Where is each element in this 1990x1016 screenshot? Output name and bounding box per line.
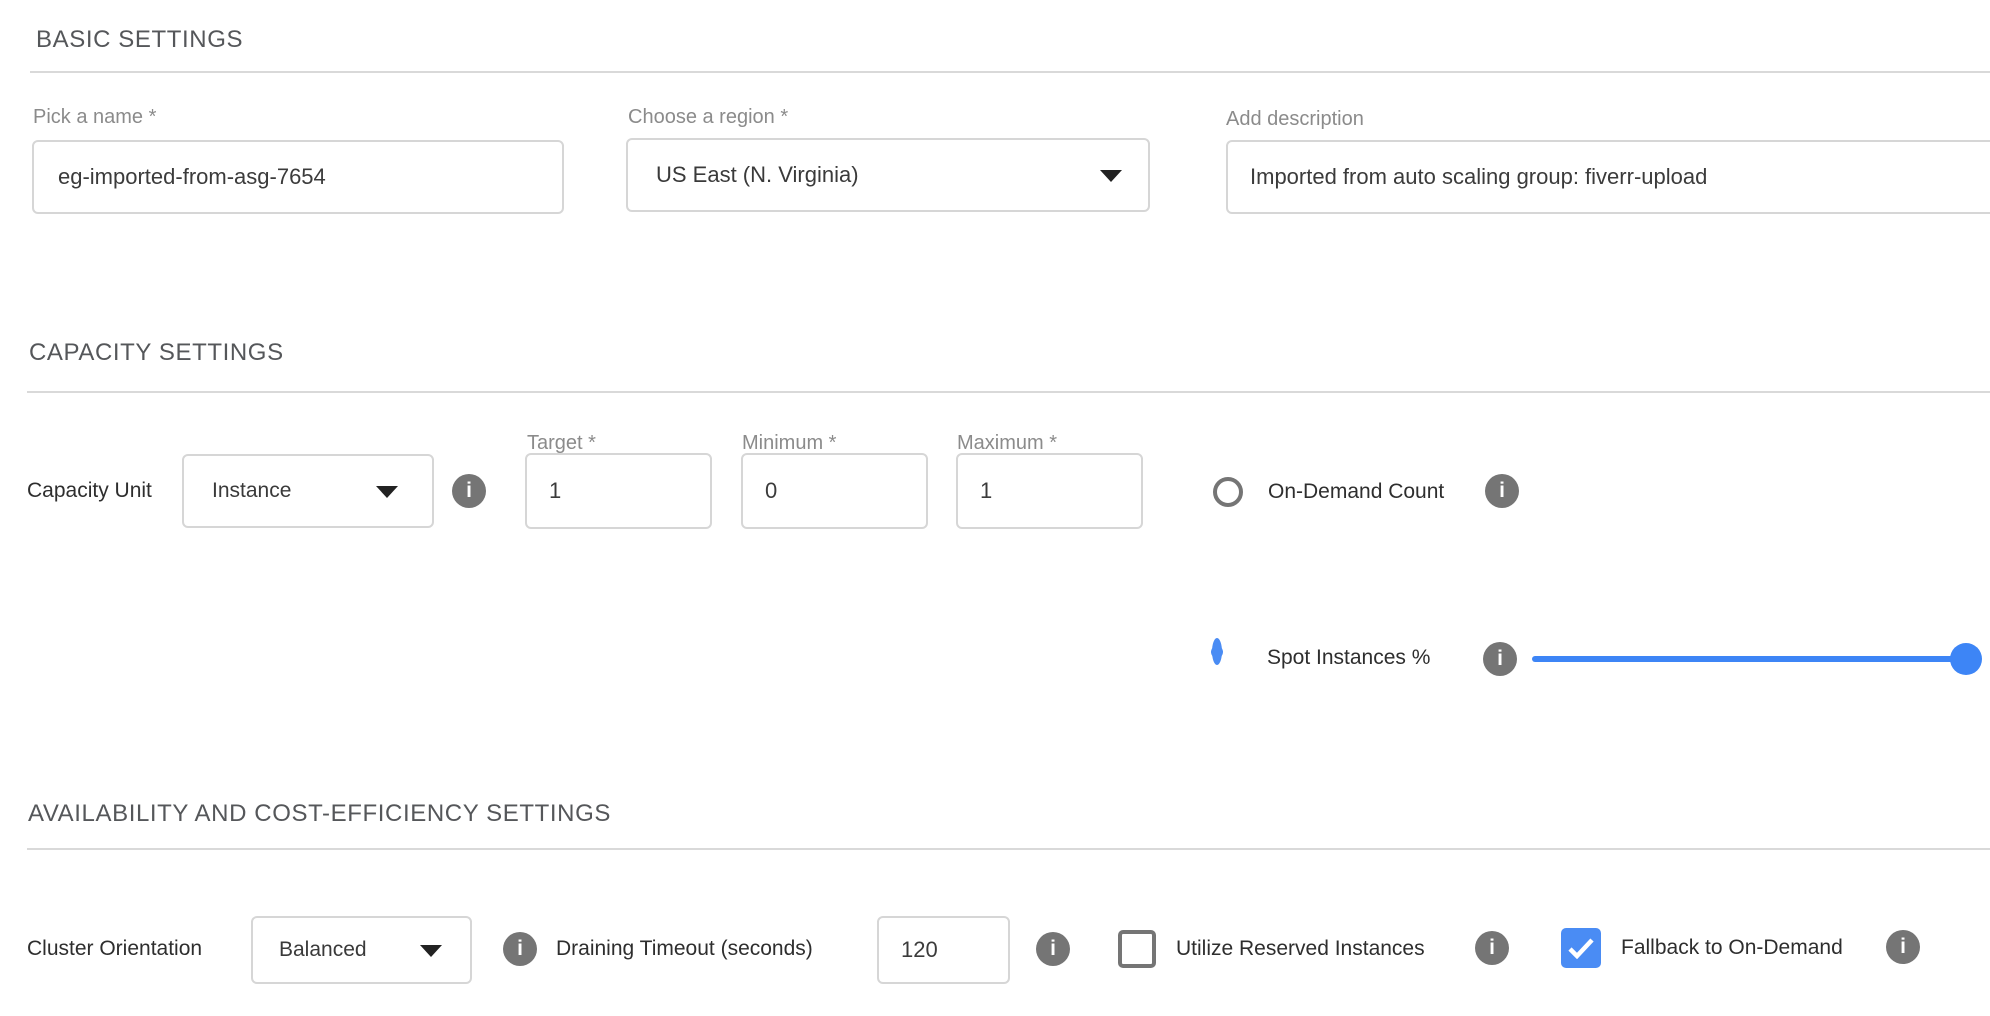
- chevron-down-icon: [420, 945, 442, 957]
- fallback-on-demand-checkbox[interactable]: [1561, 928, 1601, 968]
- radio-dot: [1211, 646, 1223, 658]
- fallback-on-demand-label: Fallback to On-Demand: [1621, 935, 1843, 961]
- section-divider: [30, 71, 1990, 73]
- maximum-input[interactable]: [956, 453, 1143, 529]
- region-select-value: US East (N. Virginia): [656, 162, 859, 188]
- on-demand-count-label: On-Demand Count: [1268, 479, 1444, 505]
- info-icon[interactable]: i: [1483, 642, 1517, 676]
- target-field-label: Target *: [527, 431, 596, 455]
- capacity-unit-label: Capacity Unit: [27, 478, 152, 504]
- section-divider: [27, 391, 1990, 393]
- target-input[interactable]: [525, 453, 712, 529]
- minimum-field-label: Minimum *: [742, 431, 836, 455]
- spot-percentage-slider[interactable]: [1532, 656, 1966, 662]
- name-input[interactable]: [32, 140, 564, 214]
- section-title-basic: BASIC SETTINGS: [36, 26, 243, 54]
- chevron-down-icon: [1100, 170, 1122, 182]
- name-field-label: Pick a name *: [33, 105, 156, 129]
- draining-timeout-input[interactable]: [877, 916, 1010, 984]
- cluster-orientation-label: Cluster Orientation: [27, 936, 202, 962]
- section-title-availability: AVAILABILITY AND COST-EFFICIENCY SETTING…: [28, 800, 611, 828]
- minimum-input[interactable]: [741, 453, 928, 529]
- description-input[interactable]: [1226, 140, 1990, 214]
- cluster-orientation-select-value: Balanced: [279, 938, 367, 962]
- checkmark-icon: [1568, 938, 1594, 959]
- capacity-unit-select[interactable]: Instance: [182, 454, 434, 528]
- info-icon[interactable]: i: [1886, 930, 1920, 964]
- utilize-reserved-instances-checkbox[interactable]: [1118, 930, 1156, 968]
- maximum-field-label: Maximum *: [957, 431, 1057, 455]
- spot-instances-label: Spot Instances %: [1267, 645, 1430, 671]
- capacity-unit-select-value: Instance: [212, 479, 291, 503]
- slider-thumb[interactable]: [1950, 643, 1982, 675]
- region-select[interactable]: US East (N. Virginia): [626, 138, 1150, 212]
- spot-instances-radio[interactable]: [1212, 638, 1222, 665]
- info-icon[interactable]: i: [503, 932, 537, 966]
- chevron-down-icon: [376, 486, 398, 498]
- section-divider: [27, 848, 1990, 850]
- description-field-label: Add description: [1226, 107, 1364, 131]
- info-icon[interactable]: i: [1475, 931, 1509, 965]
- section-title-capacity: CAPACITY SETTINGS: [29, 339, 284, 367]
- elastigroup-settings-form: BASIC SETTINGS Pick a name * Choose a re…: [0, 0, 1990, 1016]
- utilize-reserved-instances-label: Utilize Reserved Instances: [1176, 936, 1425, 962]
- info-icon[interactable]: i: [1036, 932, 1070, 966]
- region-field-label: Choose a region *: [628, 105, 788, 129]
- cluster-orientation-select[interactable]: Balanced: [251, 916, 472, 984]
- draining-timeout-label: Draining Timeout (seconds): [556, 936, 813, 962]
- on-demand-count-radio[interactable]: [1213, 477, 1243, 507]
- info-icon[interactable]: i: [452, 474, 486, 508]
- info-icon[interactable]: i: [1485, 474, 1519, 508]
